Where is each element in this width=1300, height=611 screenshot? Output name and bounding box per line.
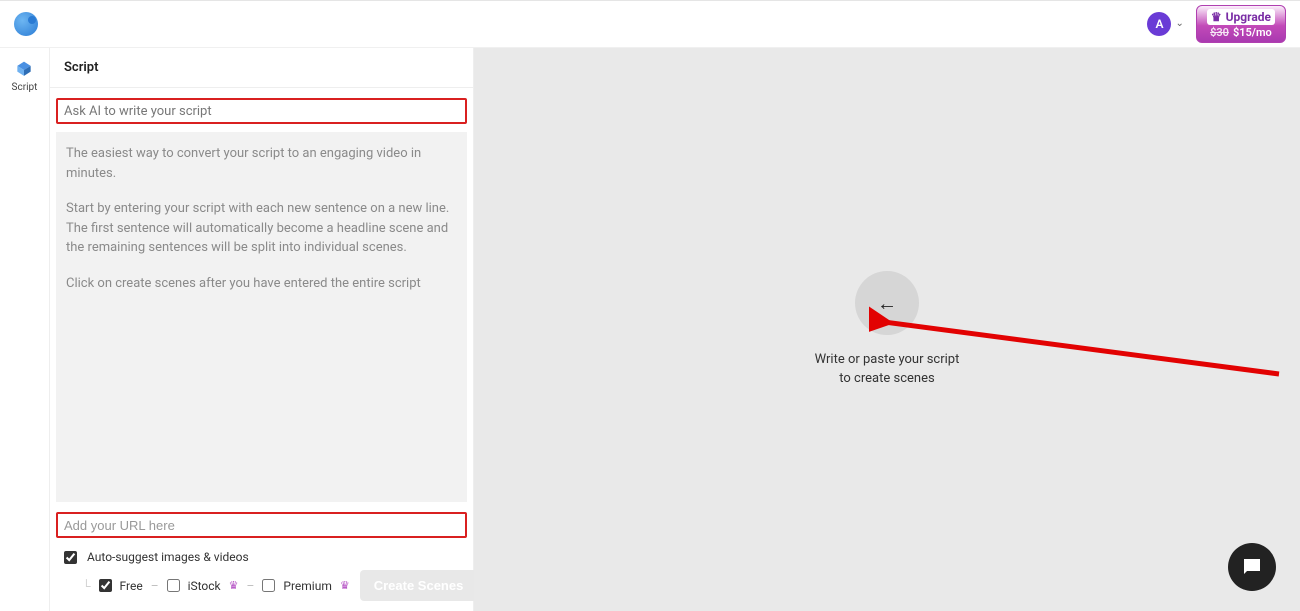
left-rail: Script [0,48,50,611]
chat-icon [1240,555,1264,579]
user-menu[interactable]: A ⌄ [1147,12,1183,36]
auto-suggest-checkbox[interactable] [64,551,77,564]
free-checkbox[interactable] [99,579,112,592]
crown-icon-premium: ♛ [340,579,350,592]
stage-hint: Write or paste your script to create sce… [815,351,960,387]
script-panel: Script Ask AI to write your script The e… [50,48,474,611]
url-input[interactable] [58,514,465,536]
placeholder-line-3: Click on create scenes after you have en… [66,274,457,294]
script-icon [14,60,34,80]
upgrade-price-row: $30 $15/mo [1210,26,1272,39]
logo-wrap[interactable] [14,12,38,36]
stage-area: ← Write or paste your script to create s… [474,48,1300,611]
options-sub-row: └ Free – iStock ♛ – Premium ♛ Create Sce… [64,570,459,601]
chevron-down-icon: ⌄ [1175,18,1183,29]
topbar-right: A ⌄ ♛ Upgrade $30 $15/mo [1147,5,1286,44]
upgrade-label: Upgrade [1226,10,1271,24]
sep1: – [151,579,159,593]
premium-label: Premium [283,579,331,593]
placeholder-line-2: Start by entering your script with each … [66,199,457,258]
create-scenes-button[interactable]: Create Scenes [360,570,478,601]
premium-checkbox[interactable] [262,579,275,592]
istock-checkbox[interactable] [167,579,180,592]
main: Script Script Ask AI to write your scrip… [0,48,1300,611]
upgrade-strike: $30 [1210,26,1229,39]
crown-icon: ♛ [1211,10,1222,24]
avatar: A [1147,12,1171,36]
placeholder-line-1: The easiest way to convert your script t… [66,144,457,183]
ask-ai-button[interactable]: Ask AI to write your script [56,98,467,124]
arrow-left-icon: ← [877,291,897,316]
ask-ai-label: Ask AI to write your script [64,104,212,119]
stage-hint-line1: Write or paste your script [815,351,960,369]
crown-icon-istock: ♛ [229,579,239,592]
script-textarea[interactable]: The easiest way to convert your script t… [56,132,467,502]
url-input-wrap [56,512,467,538]
upgrade-button[interactable]: ♛ Upgrade $30 $15/mo [1196,5,1286,44]
topbar: A ⌄ ♛ Upgrade $30 $15/mo [0,0,1300,48]
chat-fab[interactable] [1228,543,1276,591]
app-logo-icon [14,12,38,36]
tree-branch-icon: └ [82,579,91,593]
rail-item-script[interactable]: Script [12,60,38,93]
options-block: Auto-suggest images & videos └ Free – iS… [50,544,473,611]
free-label: Free [120,579,143,593]
auto-suggest-row[interactable]: Auto-suggest images & videos [64,550,459,564]
panel-title: Script [50,48,473,88]
auto-suggest-label: Auto-suggest images & videos [87,550,249,564]
rail-label-script: Script [12,82,38,93]
upgrade-price: $15/mo [1233,26,1272,39]
sep2: – [247,579,255,593]
istock-label: iStock [188,579,221,593]
stage-arrow-circle: ← [855,271,919,335]
stock-options: └ Free – iStock ♛ – Premium ♛ [64,579,350,593]
stage-hint-line2: to create scenes [815,370,960,388]
upgrade-top-row: ♛ Upgrade [1207,9,1275,25]
